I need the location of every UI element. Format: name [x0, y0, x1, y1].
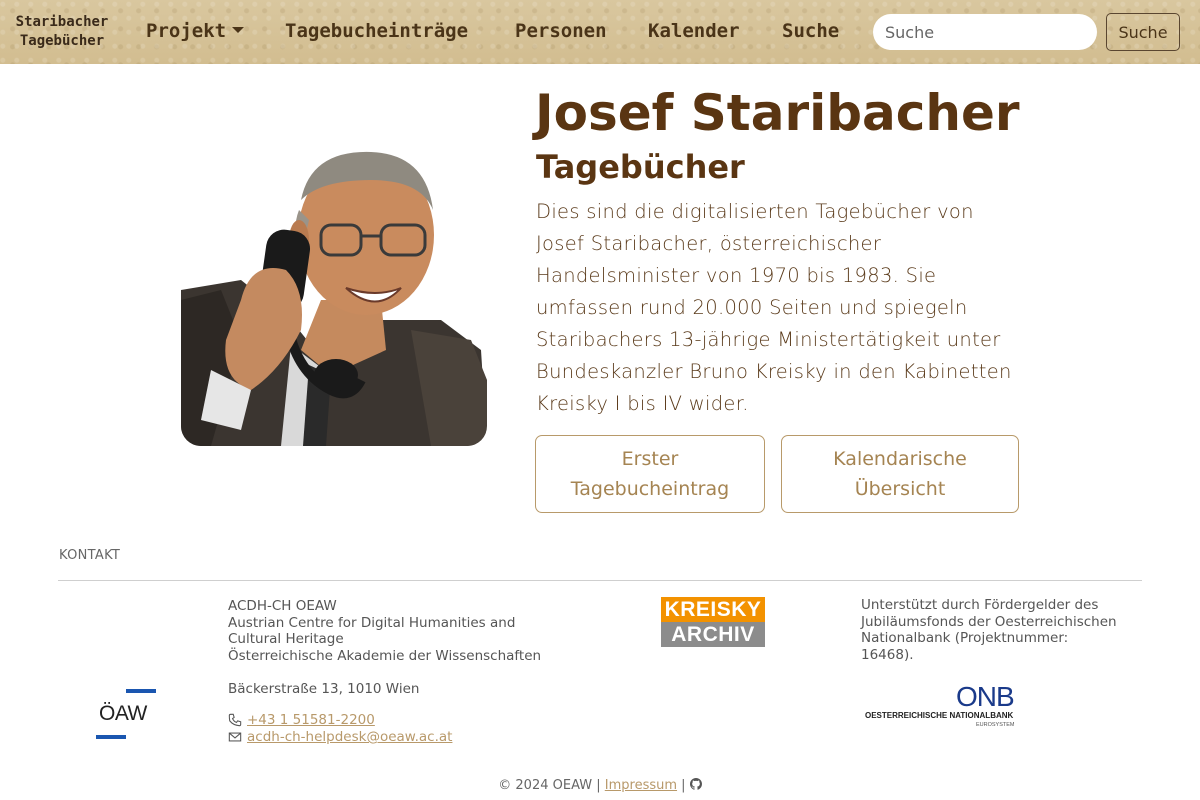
intro-text: Dies sind die digitalisierten Tagebücher… — [536, 200, 1012, 415]
nav-item-projekt[interactable]: Projekt — [146, 20, 245, 42]
oeaw-logo-bar-top — [126, 689, 156, 693]
brand-line-2: Tagebücher — [19, 33, 105, 49]
first-entry-label-1: Erster — [621, 448, 679, 470]
acdh-logo[interactable]: acdh — [104, 611, 150, 659]
footer-divider — [58, 580, 1142, 581]
nav-item-kalender[interactable]: Kalender — [648, 20, 740, 42]
brand-line-1: Staribacher — [15, 14, 109, 30]
oenb-logo[interactable]: ONB OESTERREICHISCHE NATIONALBANK EUROSY… — [864, 683, 1030, 731]
email-line: acdh-ch-helpdesk@oeaw.ac.at — [228, 729, 452, 745]
footer-heading: KONTAKT — [59, 548, 121, 563]
search-button[interactable]: Suche — [1106, 13, 1180, 51]
search-input[interactable] — [873, 14, 1097, 50]
page-subtitle: Tagebücher — [536, 148, 745, 186]
oenb-logo-sub: EUROSYSTEM — [976, 722, 1015, 728]
brand-logo[interactable]: Staribacher Tagebücher — [8, 13, 116, 51]
caret-down-icon — [232, 27, 245, 33]
first-entry-label-2: Tagebucheintrag — [570, 478, 730, 500]
oenb-logo-name: OESTERREICHISCHE NATIONALBANK — [865, 711, 1014, 720]
github-icon[interactable] — [689, 778, 702, 790]
portrait-image — [181, 140, 487, 446]
nav-item-tagebucheintraege[interactable]: Tagebucheinträge — [285, 20, 468, 42]
funding-note: Unterstützt durch Fördergelder des Jubil… — [861, 597, 1117, 663]
phone-link[interactable]: +43 1 51581-2200 — [247, 712, 375, 728]
oeaw-logo-bar-bottom — [96, 735, 126, 739]
copyright-separator: | — [681, 778, 686, 793]
org-short-name: ACDH-CH OEAW — [228, 598, 337, 614]
oeaw-logo[interactable]: ÖAW — [96, 688, 158, 742]
calendar-overview-label-1: Kalendarische — [833, 448, 967, 470]
navbar: Staribacher Tagebücher Projekt Tagebuche… — [0, 0, 1200, 64]
copyright-bar: © 2024 OEAW | Impressum | — [0, 778, 1200, 793]
first-entry-button[interactable]: Erster Tagebucheintrag — [535, 435, 765, 513]
street-address: Bäckerstraße 13, 1010 Wien — [228, 681, 420, 697]
calendar-overview-label-2: Übersicht — [854, 478, 946, 500]
org-address-block: ACDH-CH OEAW Austrian Centre for Digital… — [228, 598, 568, 664]
copyright-text: © 2024 OEAW | — [498, 778, 601, 793]
envelope-icon — [228, 732, 242, 742]
nav-item-personen[interactable]: Personen — [515, 20, 607, 42]
oeaw-logo-text: ÖAW — [99, 702, 147, 725]
oenb-logo-mark: ONB — [956, 681, 1015, 712]
phone-icon — [228, 713, 242, 727]
phone-line: +43 1 51581-2200 — [228, 712, 375, 728]
kreisky-logo-top: KREISKY — [661, 597, 765, 622]
email-link[interactable]: acdh-ch-helpdesk@oeaw.ac.at — [247, 729, 452, 745]
kreisky-logo-bottom: ARCHIV — [661, 622, 765, 647]
org-long-name: Austrian Centre for Digital Humanities a… — [228, 614, 516, 648]
nav-item-label: Projekt — [146, 20, 227, 42]
impressum-link[interactable]: Impressum — [605, 778, 677, 793]
kreisky-archiv-logo[interactable]: KREISKY ARCHIV — [661, 597, 765, 647]
page-title: Josef Staribacher — [535, 84, 1020, 142]
academy-name: Österreichische Akademie der Wissenschaf… — [228, 647, 542, 664]
calendar-overview-button[interactable]: Kalendarische Übersicht — [781, 435, 1019, 513]
nav-item-suche[interactable]: Suche — [782, 20, 839, 42]
